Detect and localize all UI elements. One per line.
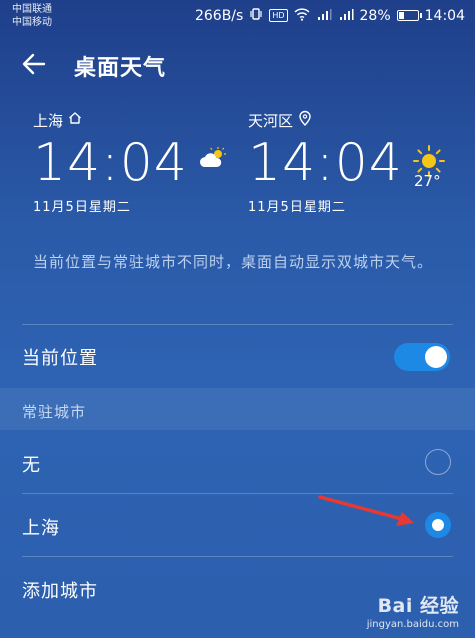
- add-city-label: 添加城市: [22, 581, 98, 602]
- watermark-logo: Bai 经验: [377, 595, 459, 617]
- option-shanghai-radio[interactable]: [425, 512, 451, 538]
- page-title: 桌面天气: [74, 56, 167, 81]
- status-time: 14:04: [424, 7, 465, 24]
- right-city-label: 天河区: [248, 111, 294, 130]
- option-shanghai-label: 上海: [22, 518, 60, 539]
- signal-4g-icon: [338, 8, 354, 24]
- right-date: 11月5日星期二: [248, 200, 346, 215]
- widget-city-name-left: 上海: [33, 108, 188, 132]
- battery-icon: [396, 10, 422, 21]
- back-arrow-icon[interactable]: [18, 48, 50, 80]
- toggle-knob: [425, 346, 447, 368]
- red-annotation-arrow-icon: [316, 492, 420, 530]
- left-city-label: 上海: [33, 111, 64, 130]
- battery-level: [398, 12, 404, 19]
- left-date: 11月5日星期二: [33, 200, 131, 215]
- hd-icon: HD: [269, 9, 288, 22]
- signal-3g-icon: [316, 8, 332, 24]
- radio-selected-dot: [432, 519, 444, 531]
- baidu-jingyan-watermark: Bai 经验 jingyan.baidu.com: [367, 591, 459, 630]
- carrier-2: 中国移动: [12, 17, 52, 28]
- app-header: 桌面天气: [0, 34, 475, 94]
- carrier-1: 中国联通: [12, 4, 52, 15]
- status-bar: 中国联通 中国移动 266B/s HD 28% 14:04: [0, 0, 475, 34]
- partly-cloudy-icon: [198, 146, 228, 170]
- current-location-row[interactable]: 当前位置: [0, 326, 475, 388]
- widget-city-right: 天河区 14:04 11月5日星期二: [248, 108, 403, 215]
- resident-city-section: 常驻城市: [0, 388, 475, 430]
- weather-widget-preview: 上海 14:04 11月5日星期二 天河区 14:04 11月5日星期二 27°: [0, 108, 475, 228]
- home-icon: [67, 110, 83, 130]
- carrier-info: 中国联通 中国移动: [12, 3, 52, 29]
- wifi-icon: [293, 7, 310, 24]
- status-indicators: 266B/s HD 28% 14:04: [195, 7, 465, 24]
- network-speed: 266B/s: [194, 7, 244, 24]
- widget-city-name-right: 天河区: [248, 108, 403, 132]
- watermark-url: jingyan.baidu.com: [366, 619, 459, 630]
- option-none-row[interactable]: 无: [0, 431, 475, 493]
- temperature: 27°: [414, 172, 441, 190]
- battery-percent: 28%: [359, 7, 391, 24]
- divider: [22, 324, 453, 325]
- dual-city-description: 当前位置与常驻城市不同时，桌面自动显示双城市天气。: [33, 253, 434, 271]
- option-none-label: 无: [22, 455, 41, 476]
- widget-city-left: 上海 14:04 11月5日星期二: [33, 108, 188, 216]
- vibrate-icon: [249, 7, 263, 24]
- location-pin-icon: [297, 110, 313, 130]
- section-header-resident-city: 常驻城市: [22, 403, 87, 421]
- right-clock: 14:04: [248, 133, 403, 193]
- left-clock: 14:04: [33, 133, 188, 193]
- current-location-toggle[interactable]: [394, 343, 450, 371]
- current-location-label: 当前位置: [22, 348, 98, 369]
- option-none-radio[interactable]: [425, 449, 451, 475]
